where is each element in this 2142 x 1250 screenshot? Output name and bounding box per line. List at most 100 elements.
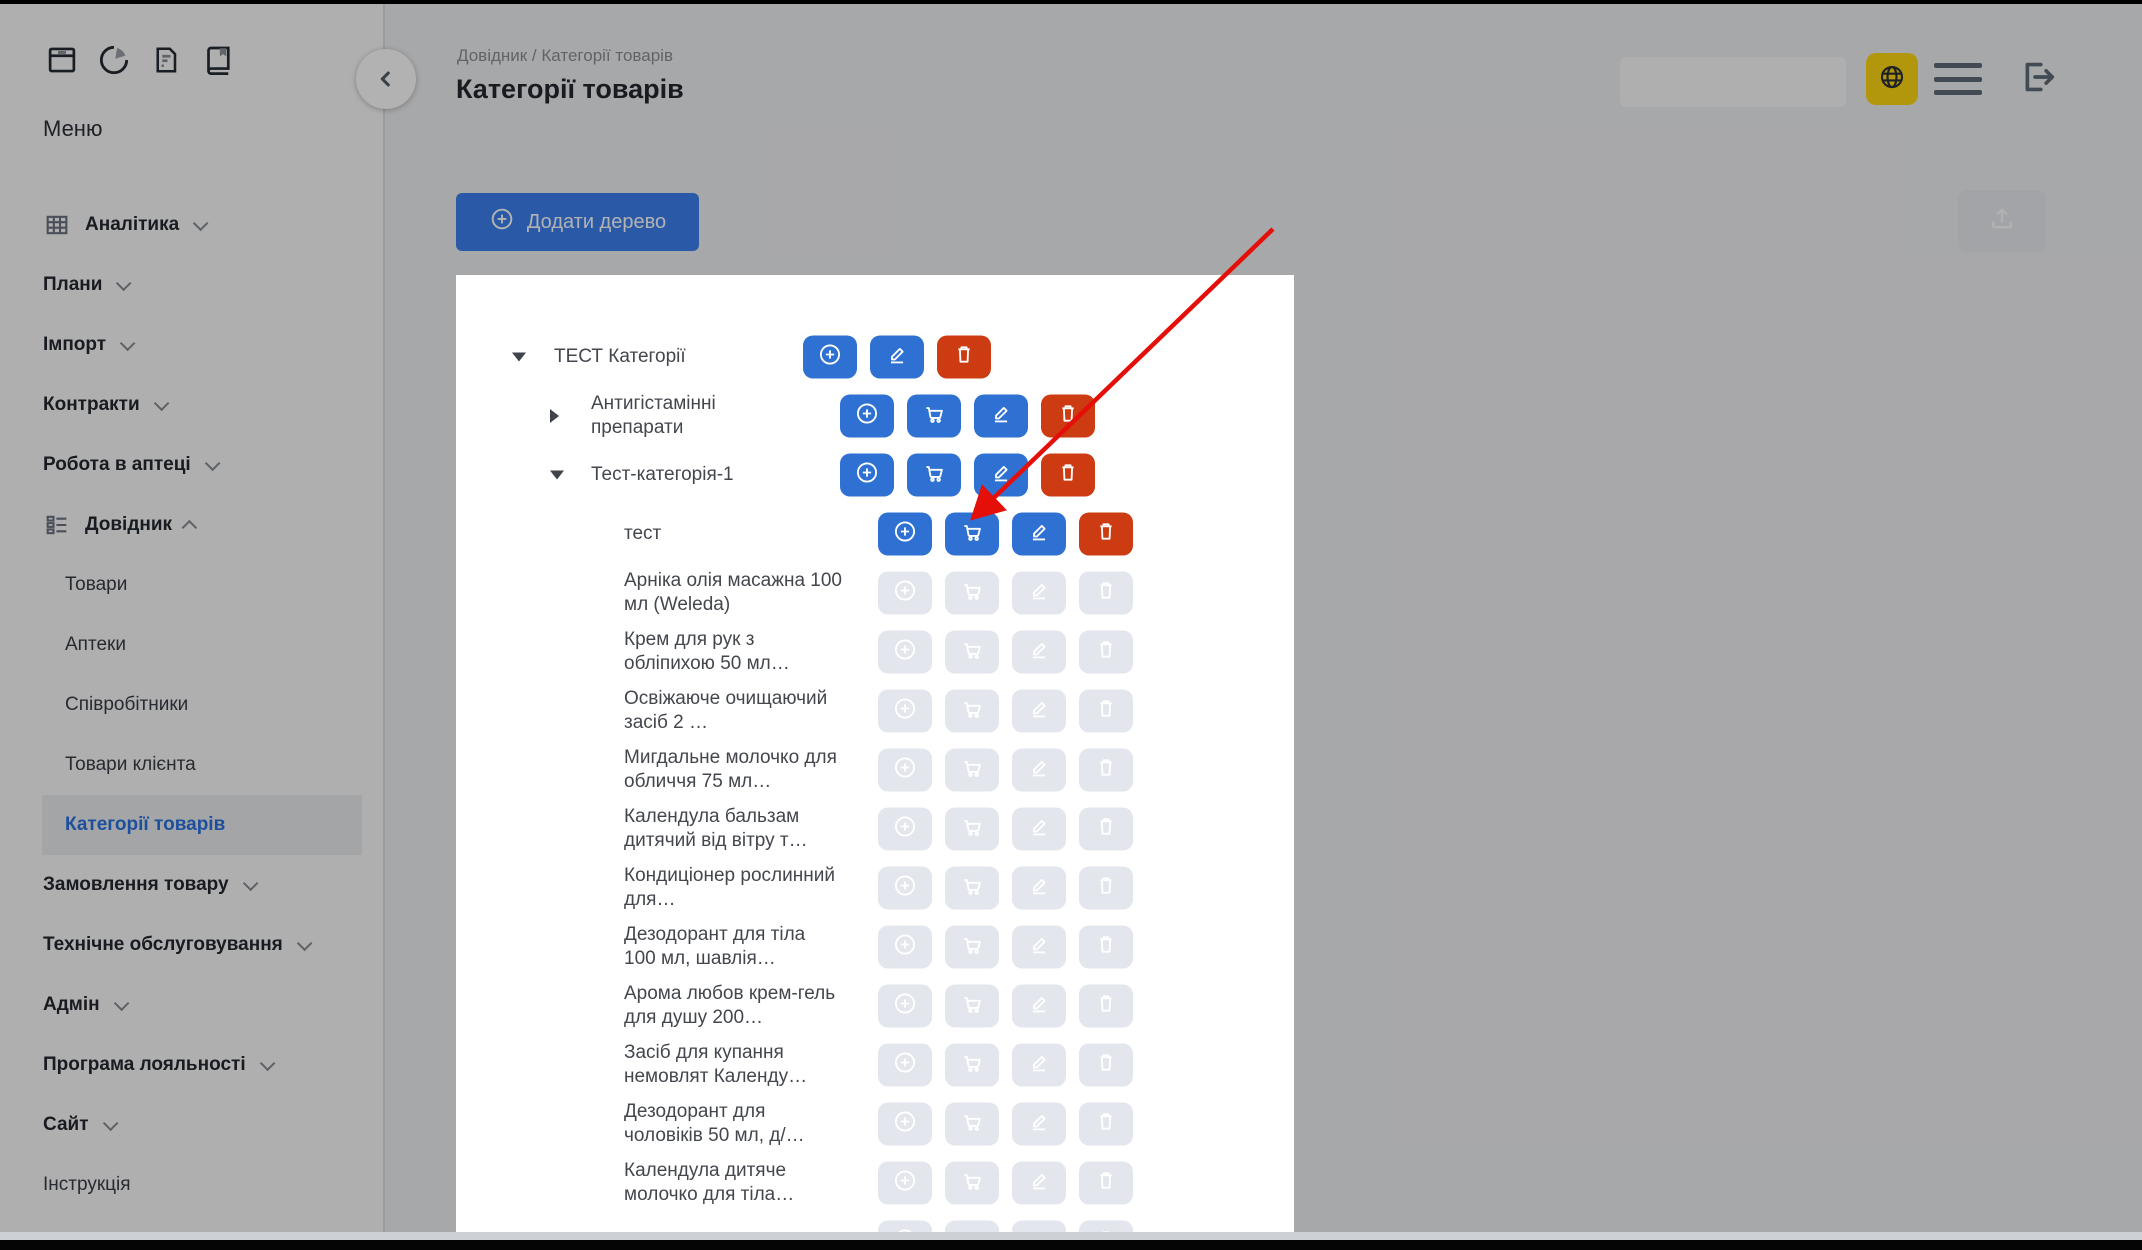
delete-button[interactable] <box>1041 395 1095 438</box>
row-actions <box>878 1103 1133 1146</box>
row-actions <box>878 749 1133 792</box>
tree-node-label: Освіжаюче очищаючий засіб 2 … <box>624 687 842 735</box>
add-icon <box>892 755 918 786</box>
edit-icon <box>1026 1168 1052 1199</box>
tree-node-label: Арома любов крем-гель для душу 200… <box>624 982 842 1030</box>
add-subcategory-button[interactable] <box>878 513 932 556</box>
add-subcategory-button <box>878 926 932 969</box>
row-actions <box>878 631 1133 674</box>
edit-button <box>1012 985 1066 1028</box>
cart-button[interactable] <box>907 395 961 438</box>
add-icon <box>892 1050 918 1081</box>
caret-down-icon[interactable] <box>550 471 564 480</box>
caret-down-icon[interactable] <box>512 353 526 362</box>
add-icon <box>892 814 918 845</box>
cart-button <box>945 926 999 969</box>
tree-node-label: ТЕСТ Категорії <box>554 345 772 369</box>
edit-icon <box>1026 932 1052 963</box>
edit-button <box>1012 749 1066 792</box>
add-subcategory-button[interactable] <box>803 336 857 379</box>
edit-button[interactable] <box>974 454 1028 497</box>
edit-button[interactable] <box>974 395 1028 438</box>
cart-icon <box>959 1168 985 1199</box>
cart-icon <box>959 1109 985 1140</box>
edit-icon <box>1026 519 1052 550</box>
edit-button <box>1012 572 1066 615</box>
cart-button <box>945 808 999 851</box>
edit-button <box>1012 867 1066 910</box>
delete-button <box>1079 985 1133 1028</box>
cart-icon <box>959 755 985 786</box>
tree-node-label: Календула бальзам дитячий від вітру т… <box>624 805 842 853</box>
delete-button[interactable] <box>1041 454 1095 497</box>
row-actions <box>878 926 1133 969</box>
delete-icon <box>1093 873 1119 904</box>
add-subcategory-button <box>878 985 932 1028</box>
cart-button <box>945 690 999 733</box>
row-actions <box>878 690 1133 733</box>
tree-node-label: Крем для рук з обліпихою 50 мл… <box>624 628 842 676</box>
add-subcategory-button <box>878 1103 932 1146</box>
add-icon <box>892 1109 918 1140</box>
edit-icon <box>1026 1109 1052 1140</box>
delete-button <box>1079 1044 1133 1087</box>
delete-icon <box>1093 1168 1119 1199</box>
category-tree-panel: ТЕСТ Категорії Антигістамінні препарати Те… <box>456 275 1294 1233</box>
row-actions <box>878 985 1133 1028</box>
delete-button <box>1079 690 1133 733</box>
edit-icon <box>1026 578 1052 609</box>
add-icon <box>892 578 918 609</box>
delete-button[interactable] <box>1079 513 1133 556</box>
add-icon <box>854 460 880 491</box>
delete-icon <box>1093 637 1119 668</box>
caret-right-icon[interactable] <box>550 409 559 423</box>
tree-row: Крем для рук з обліпихою 50 мл… <box>456 630 1294 674</box>
delete-icon <box>1055 401 1081 432</box>
cart-button[interactable] <box>907 454 961 497</box>
delete-button <box>1079 867 1133 910</box>
add-icon <box>892 873 918 904</box>
edit-icon <box>1026 814 1052 845</box>
add-subcategory-button <box>878 690 932 733</box>
tree-node-label: Дезодорант для тіла 100 мл, шавлія… <box>624 923 842 971</box>
top-black-bar <box>0 0 2142 4</box>
row-actions <box>878 1162 1133 1205</box>
add-icon <box>892 1168 918 1199</box>
add-subcategory-button <box>878 1044 932 1087</box>
edit-icon <box>1026 755 1052 786</box>
edit-icon <box>1026 873 1052 904</box>
delete-icon <box>1093 755 1119 786</box>
tree-row: Антигістамінні препарати <box>456 394 1294 438</box>
add-subcategory-button[interactable] <box>840 454 894 497</box>
edit-button <box>1012 1044 1066 1087</box>
edit-icon <box>884 342 910 373</box>
edit-button[interactable] <box>1012 513 1066 556</box>
add-icon <box>892 637 918 668</box>
cart-icon <box>959 696 985 727</box>
row-actions <box>878 867 1133 910</box>
cart-button <box>945 985 999 1028</box>
tree-row: Дезодорант для чоловіків 50 мл, д/… <box>456 1102 1294 1146</box>
tree-node-label: Кондиціонер рослинний для… <box>624 864 842 912</box>
edit-icon <box>1026 696 1052 727</box>
delete-icon <box>1055 460 1081 491</box>
tree-row: Арніка олія масажна 100 мл (Weleda) <box>456 571 1294 615</box>
cart-icon <box>959 814 985 845</box>
row-actions <box>840 454 1095 497</box>
tree-row: Тест-категорія-1 <box>456 453 1294 497</box>
edit-button[interactable] <box>870 336 924 379</box>
horizontal-scrollbar[interactable] <box>0 1232 2142 1240</box>
delete-icon <box>1093 1109 1119 1140</box>
tree-row: тест <box>456 512 1294 556</box>
add-subcategory-button <box>878 1162 932 1205</box>
add-icon <box>892 519 918 550</box>
cart-icon <box>921 401 947 432</box>
add-icon <box>892 696 918 727</box>
edit-icon <box>1026 637 1052 668</box>
bottom-black-bar <box>0 1240 2142 1250</box>
cart-button[interactable] <box>945 513 999 556</box>
delete-button <box>1079 631 1133 674</box>
delete-button[interactable] <box>937 336 991 379</box>
cart-icon <box>959 873 985 904</box>
add-subcategory-button[interactable] <box>840 395 894 438</box>
